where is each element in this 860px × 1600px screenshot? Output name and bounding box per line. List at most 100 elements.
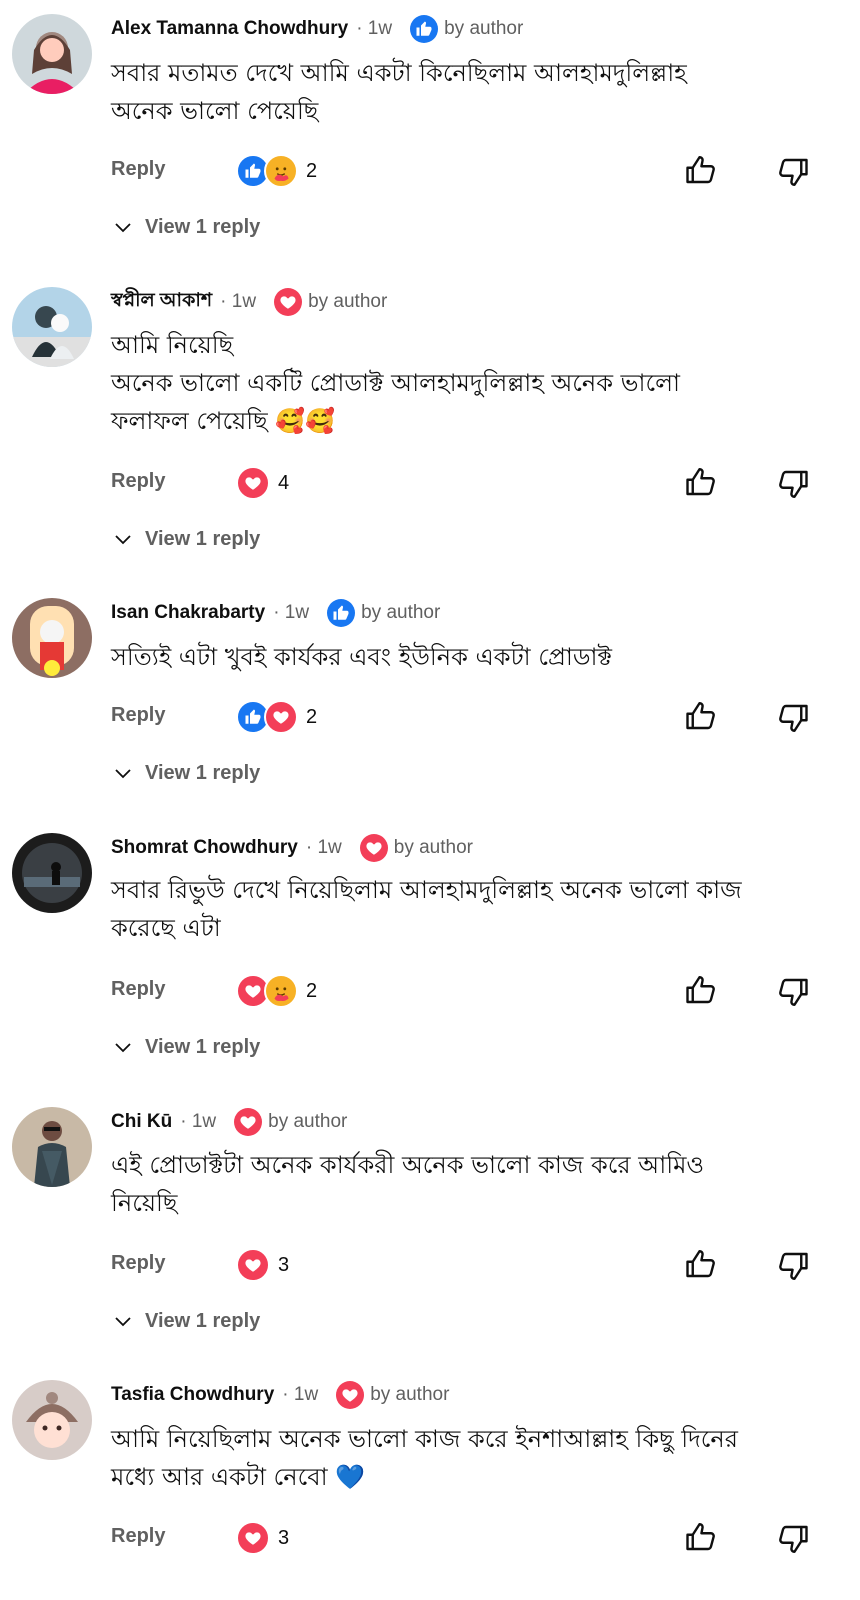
by-author-label: by author: [361, 602, 441, 623]
comment-timestamp: · 1w: [356, 18, 393, 39]
thumb-down-icon[interactable]: [775, 466, 811, 502]
heart-icon: [236, 466, 270, 500]
comment-text-line: করেছে এটা: [111, 914, 221, 942]
thumb-up-icon[interactable]: [683, 464, 719, 500]
view-replies-button[interactable]: View 1 reply: [111, 524, 260, 554]
view-replies-label: View 1 reply: [145, 215, 261, 238]
comment-text-line: নিয়েছি: [111, 1189, 178, 1217]
comment-header: Tasfia Chowdhury · 1w by author: [111, 1380, 449, 1410]
heart-icon: [234, 1108, 263, 1136]
heart-icon: [236, 1248, 270, 1282]
view-replies-label: View 1 reply: [145, 761, 261, 784]
reaction-summary[interactable]: 2: [236, 154, 317, 188]
thumb-up-icon[interactable]: [683, 1246, 719, 1282]
chevron-down-icon: [111, 1035, 135, 1059]
comment-author[interactable]: স্বপ্নীল আকাশ: [111, 286, 212, 318]
by-author-label: by author: [393, 837, 473, 858]
heart-icon: [359, 834, 388, 862]
thumbs-up-icon: [410, 15, 439, 43]
by-author-label: by author: [444, 18, 524, 39]
reaction-count: 3: [278, 1526, 290, 1549]
avatar-image: [12, 287, 92, 367]
comment-author[interactable]: Chi Kū: [111, 1111, 172, 1133]
reaction-count: 4: [278, 471, 290, 494]
by-author-label: by author: [268, 1111, 348, 1132]
avatar[interactable]: [12, 1107, 92, 1187]
comment-timestamp: · 1w: [282, 1384, 319, 1405]
heart-icon: [264, 700, 298, 734]
avatar-image: [12, 14, 92, 94]
view-replies-label: View 1 reply: [145, 1035, 261, 1058]
chevron-down-icon: [111, 1309, 135, 1333]
comment-text: আমি নিয়েছি অনেক ভালো একটি প্রোডাক্ট আলহা…: [111, 326, 831, 440]
avatar-image: [12, 833, 92, 913]
avatar[interactable]: [12, 598, 92, 678]
reply-button[interactable]: Reply: [111, 1525, 165, 1548]
thumb-up-icon[interactable]: [683, 152, 719, 188]
view-replies-button[interactable]: View 1 reply: [111, 1032, 260, 1062]
view-replies-button[interactable]: View 1 reply: [111, 1306, 260, 1336]
comment-text-line: সত্যিই এটা খুবই কার্যকর এবং ইউনিক একটা প…: [111, 643, 612, 671]
comment-author[interactable]: Isan Chakrabarty: [111, 602, 265, 624]
comment-author[interactable]: Shomrat Chowdhury: [111, 837, 298, 859]
thumb-up-icon[interactable]: [683, 972, 719, 1008]
avatar[interactable]: [12, 833, 92, 913]
comment-text: সবার মতামত দেখে আমি একটা কিনেছিলাম আলহাম…: [111, 54, 831, 130]
thumb-up-icon[interactable]: [683, 698, 719, 734]
thumb-down-icon[interactable]: [775, 154, 811, 190]
thumb-down-icon[interactable]: [775, 1248, 811, 1284]
reply-button[interactable]: Reply: [111, 470, 165, 493]
comment-actions: Reply 4: [0, 464, 860, 504]
thumb-up-icon[interactable]: [683, 1519, 719, 1555]
avatar[interactable]: [12, 1380, 92, 1460]
avatar[interactable]: [12, 287, 92, 367]
reaction-summary[interactable]: 3: [236, 1248, 289, 1282]
comment-timestamp: · 1w: [273, 602, 310, 623]
reply-button[interactable]: Reply: [111, 978, 165, 1001]
comment-header: স্বপ্নীল আকাশ · 1w by author: [111, 287, 387, 317]
reaction-summary[interactable]: 2: [236, 700, 317, 734]
heart-icon: [236, 1521, 270, 1555]
author-reaction-badge: by author: [274, 288, 387, 316]
comment-text-line: আমি নিয়েছি: [111, 331, 234, 359]
thumbs-up-icon: [327, 599, 356, 627]
thumb-down-icon[interactable]: [775, 1521, 811, 1557]
view-replies-button[interactable]: View 1 reply: [111, 212, 260, 242]
comment-text-line: ফলাফল পেয়েছি 🥰🥰: [111, 407, 336, 435]
chevron-down-icon: [111, 527, 135, 551]
reaction-count: 2: [306, 159, 318, 182]
author-reaction-badge: by author: [336, 1381, 449, 1409]
comment-text-line: সবার রিভুউ দেখে নিয়েছিলাম আলহামদুলিল্লা…: [111, 876, 742, 904]
reply-button[interactable]: Reply: [111, 1252, 165, 1275]
hugging-face-icon: [264, 154, 298, 188]
reply-button[interactable]: Reply: [111, 158, 165, 181]
comment-author[interactable]: Tasfia Chowdhury: [111, 1384, 274, 1406]
chevron-down-icon: [111, 215, 135, 239]
author-reaction-badge: by author: [410, 15, 523, 43]
reaction-summary[interactable]: 4: [236, 466, 289, 500]
heart-icon: [274, 288, 303, 316]
comment-actions: Reply 2: [0, 972, 860, 1012]
comment-header: Shomrat Chowdhury · 1w by author: [111, 833, 473, 863]
by-author-label: by author: [308, 291, 388, 312]
reaction-summary[interactable]: 2: [236, 974, 317, 1008]
view-replies-button[interactable]: View 1 reply: [111, 758, 260, 788]
reply-button[interactable]: Reply: [111, 704, 165, 727]
avatar[interactable]: [12, 14, 92, 94]
comment-text-line: আমি নিয়েছিলাম অনেক ভালো কাজ করে ইনশাআল্…: [111, 1425, 738, 1453]
by-author-label: by author: [370, 1384, 450, 1405]
reaction-summary[interactable]: 3: [236, 1521, 289, 1555]
comment-text-line: সবার মতামত দেখে আমি একটা কিনেছিলাম আলহাম…: [111, 59, 687, 87]
heart-icon: [336, 1381, 365, 1409]
comment-timestamp: · 1w: [220, 291, 257, 312]
comment-timestamp: · 1w: [180, 1111, 217, 1132]
thumb-down-icon[interactable]: [775, 700, 811, 736]
author-reaction-badge: by author: [327, 599, 440, 627]
reaction-count: 2: [306, 705, 318, 728]
comment-text-line: এই প্রোডাক্টটা অনেক কার্যকরী অনেক ভালো ক…: [111, 1151, 705, 1179]
comment-author[interactable]: Alex Tamanna Chowdhury: [111, 18, 348, 40]
comment-header: Isan Chakrabarty · 1w by author: [111, 598, 440, 628]
avatar-image: [12, 598, 92, 678]
view-replies-label: View 1 reply: [145, 527, 261, 550]
thumb-down-icon[interactable]: [775, 974, 811, 1010]
